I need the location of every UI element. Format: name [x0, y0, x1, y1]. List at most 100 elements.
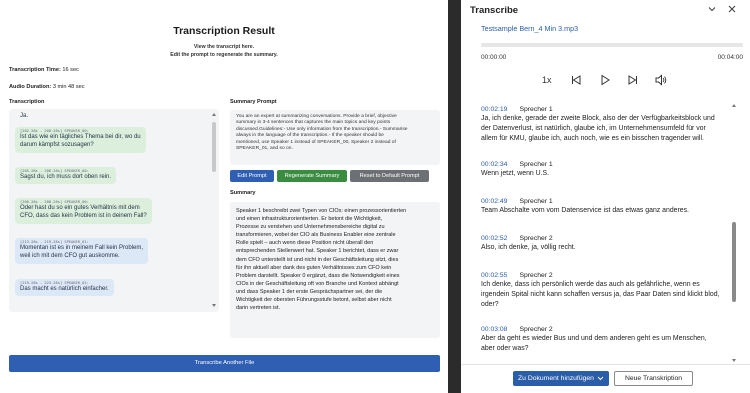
page-title: Transcription Result [173, 25, 275, 37]
summary-line: und einen infrastrukturorientierten. Er … [236, 216, 383, 223]
transcript-text: Ja. [20, 113, 29, 119]
pane-header: Transcribe [461, 0, 750, 20]
audio-duration-label: Audio Duration: [9, 84, 52, 90]
entry-speaker: Sprecher 2 [519, 235, 553, 242]
transcript-text: Momentan ist es in meinem Fall kein Prob… [20, 245, 144, 251]
entry-speaker: Sprecher 1 [519, 198, 553, 205]
summary-prompt-heading: Summary Prompt [230, 99, 277, 105]
scrollbar-thumb[interactable] [732, 222, 736, 302]
entry-timestamp[interactable]: 00:02:49 [481, 198, 507, 205]
transcript-segment: [213.28s - 219.28s] SPEAKER_01: Momentan… [15, 238, 149, 264]
transcription-heading: Transcription [9, 99, 45, 105]
audio-file-link[interactable]: Testsample Bern_4 Min 3.mp3 [481, 24, 578, 33]
chevron-down-icon[interactable] [597, 371, 604, 392]
summary-line: Speaker 1 beschreibt zwei Typen von CIOs… [236, 208, 407, 214]
transcript-segment: [206.28s - 208.28s] SPEAKER_00: Oder has… [15, 198, 152, 224]
prompt-line: SPEAKER_01, and so on. [236, 146, 293, 152]
summary-line: für ihn aktuell aber dank des guten Verh… [236, 264, 392, 271]
transcript-list[interactable]: Ja. [202.28s - 208.28s] SPEAKER_00: Ist … [9, 109, 219, 312]
entry-timestamp[interactable]: 00:02:55 [481, 272, 507, 279]
summary-prompt-text[interactable]: You are an expert at summarizing convers… [230, 110, 440, 165]
entry-speaker: Sprecher 1 [519, 161, 553, 168]
summary-line: darin vertreten ist. [236, 305, 281, 312]
add-to-document-button[interactable]: Zu Dokument hinzufügen [513, 371, 609, 386]
transcript-scrollbar[interactable] [212, 110, 216, 310]
entry-timestamp[interactable]: 00:02:52 [481, 235, 507, 242]
transcript-entry: 00:02:49 Sprecher 1 Team Abschalte vom vo… [481, 198, 731, 216]
entry-speaker: Sprecher 2 [519, 326, 553, 333]
scroll-up-icon[interactable] [732, 104, 736, 107]
chevron-down-icon[interactable] [707, 4, 717, 17]
entry-speaker: Sprecher 2 [519, 272, 553, 279]
regenerate-summary-button[interactable]: Regenerate Summary [277, 170, 347, 182]
transcript-entry: 00:02:52 Sprecher 2 Also, ich denke, ja, … [481, 235, 731, 253]
entry-text: Ja, ich denke, gerade der zweite Block, … [481, 115, 715, 143]
summary-line: Rolle spielt – auch wenn diese Position … [236, 240, 374, 247]
play-icon[interactable] [598, 73, 612, 87]
entry-speaker: Sprecher 1 [519, 106, 553, 113]
skip-forward-icon[interactable] [626, 73, 640, 87]
transcription-app: Transcription Result View the transcript… [0, 0, 448, 393]
summary-line: Wichtigkeit der obersten Führungsstufe b… [236, 297, 392, 304]
playback-current-time: 00:00:00 [481, 54, 507, 61]
transcription-time-label: Transcription Time: [9, 67, 61, 73]
entry-text: Wenn jetzt, wenn U.S. [481, 170, 550, 177]
transcribe-another-file-button[interactable]: Transcribe Another File [9, 355, 440, 372]
reset-prompt-button[interactable]: Reset to Default Prompt [350, 170, 429, 182]
summary-line: und dass Speaker 1 der erste Gesprächspa… [236, 288, 383, 295]
entry-text: Team Abschalte vom vom Datenservice ist … [481, 207, 689, 214]
page-subtitle-line-2: Edit the prompt to regenerate the summar… [170, 52, 278, 58]
scrollbar-thumb[interactable] [212, 122, 216, 172]
transcript-text: darum kämpfst sozusagen? [20, 142, 94, 149]
summary-line: entsprechenden Stellenwert hat. Speaker … [236, 248, 399, 255]
volume-icon[interactable] [654, 73, 668, 87]
playback-speed-button[interactable]: 1x [542, 73, 552, 87]
skip-back-icon[interactable] [569, 73, 583, 87]
summary-line: Prozesse zu verstehen und Unternehmensbe… [236, 224, 385, 231]
transcript-text: weil ich mit dem CFO gut auskomme. [20, 253, 120, 260]
entry-timestamp[interactable]: 00:03:08 [481, 326, 507, 333]
transcript-entry: 00:02:34 Sprecher 1 Wenn jetzt, wenn U.S. [481, 161, 731, 179]
summary-line: CIOs in der Geschäftsleitung oft von Bra… [236, 280, 399, 287]
transcript-entry: 00:03:08 Sprecher 2 Aber da geht es wiede… [481, 326, 731, 354]
scroll-up-icon[interactable] [212, 113, 216, 116]
edit-prompt-button[interactable]: Edit Prompt [230, 170, 274, 182]
entry-text: Ich denke, dass ich persönlich werde das… [481, 281, 720, 309]
entry-timestamp[interactable]: 00:02:19 [481, 106, 507, 113]
add-to-document-label: Zu Dokument hinzufügen [518, 375, 594, 382]
pane-scrollbar[interactable] [731, 102, 737, 364]
entry-timestamp[interactable]: 00:02:34 [481, 161, 507, 168]
scroll-down-icon[interactable] [732, 359, 736, 362]
transcript-text: Ist das wie ein tägliches Thema bei dir,… [20, 134, 141, 140]
summary-line: Problem darstellt. Speaker 0 ergänzt, da… [236, 272, 400, 279]
transcript-segment: Ja. [15, 110, 34, 124]
transcript-segment: [219.28s - 223.28s] SPEAKER_01: Das mach… [15, 279, 114, 297]
summary-text: Speaker 1 beschreibt zwei Typen von CIOs… [230, 202, 440, 338]
transcription-time: Transcription Time: 16 sec [9, 67, 79, 73]
transcript-entry: 00:02:55 Sprecher 2 Ich denke, dass ich p… [481, 272, 731, 311]
transcribe-pane: Transcribe Testsample Bern_4 Min 3.mp3 0… [461, 0, 750, 393]
scroll-down-icon[interactable] [212, 304, 216, 307]
playback-progress-bar[interactable] [481, 43, 743, 47]
new-transcription-button[interactable]: Neue Transkription [614, 371, 693, 386]
close-icon[interactable] [727, 4, 737, 17]
playback-total-time: 00:04:00 [717, 54, 743, 61]
entry-text: Aber da geht es wieder Bus und und dem a… [481, 335, 707, 353]
page-subtitle-line-1: View the transcript here. [193, 44, 255, 50]
pane-footer: Zu Dokument hinzufügen Neue Transkriptio… [461, 364, 750, 393]
transcript-text: CFO, dass das kein Problem ist in deinem… [20, 213, 147, 220]
transcript-text: Das macht es natürlich einfacher. [20, 286, 109, 292]
audio-duration-value: 3 min 48 sec [52, 84, 85, 90]
window-divider [448, 0, 461, 393]
audio-duration: Audio Duration: 3 min 48 sec [9, 84, 85, 90]
summary-line: transformieren, wobei der CIO als Busine… [236, 232, 396, 239]
transcription-time-value: 16 sec [62, 67, 79, 73]
transcript-entry: 00:02:19 Sprecher 1 Ja, ich denke, gerade… [481, 106, 731, 145]
summary-heading: Summary [230, 190, 256, 196]
transcript-segment: [202.28s - 208.28s] SPEAKER_00: Ist das … [15, 127, 146, 153]
entry-text: Also, ich denke, ja, völlig recht. [481, 244, 576, 251]
pane-title: Transcribe [470, 5, 519, 16]
transcript-text: Oder hast du so ein gutes Verhältnis mit… [20, 205, 140, 211]
summary-line: dem CFO unterstellt ist und nicht in der… [236, 256, 399, 263]
transcript-segment: [205.28s - 206.28s] SPEAKER_00: Sagst du… [15, 167, 117, 185]
